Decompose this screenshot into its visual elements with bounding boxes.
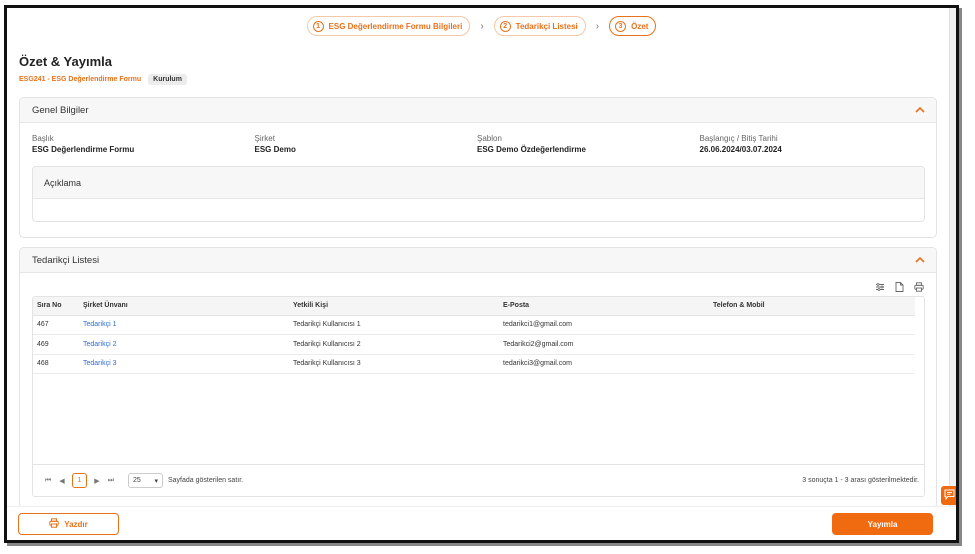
column-header[interactable]: Telefon & Mobil: [709, 297, 915, 316]
info-value: ESG Değerlendirme Formu: [32, 145, 135, 154]
cell-no: 469: [33, 334, 79, 355]
page-title: Özet & Yayımla: [19, 54, 112, 69]
info-value: ESG Demo: [254, 145, 296, 154]
current-page[interactable]: 1: [72, 473, 87, 488]
company-link[interactable]: Tedarikçi 3: [79, 354, 289, 374]
pagination: ⏮ ◀ 1 ▶ ⏭ 25 ▾ Sayfada gösterilen satır.…: [33, 464, 924, 496]
info-label: Şirket: [254, 134, 275, 143]
cell-email: Tedarikci2@gmail.com: [499, 334, 709, 355]
table-row: 469 Tedarikçi 2 Tedarikçi Kullanıcısı 2 …: [33, 334, 915, 355]
page-size-value: 25: [133, 477, 141, 484]
step-label: ESG Değerlendirme Formu Bilgileri: [328, 21, 463, 31]
table-toolbar: [875, 282, 924, 294]
sliders-icon[interactable]: [875, 282, 885, 294]
info-label: Başlık: [32, 134, 54, 143]
cell-phone: [709, 315, 915, 335]
info-label: Başlangıç / Bitiş Tarihi: [699, 134, 778, 143]
card-title: Genel Bilgiler: [32, 104, 89, 116]
print-label: Yazdır: [64, 519, 88, 529]
feedback-icon: [944, 487, 955, 505]
wizard-stepper: 1 ESG Değerlendirme Formu Bilgileri › 2 …: [7, 16, 956, 36]
supplier-list-header[interactable]: Tedarikçi Listesi: [20, 248, 936, 273]
step-label: Özet: [631, 21, 649, 31]
company-link[interactable]: Tedarikçi 2: [79, 334, 289, 355]
column-header[interactable]: Yetkili Kişi: [289, 297, 499, 316]
next-page-icon[interactable]: ▶: [90, 477, 104, 485]
step-supplier-list[interactable]: 2 Tedarikçi Listesi: [493, 16, 586, 36]
last-page-icon[interactable]: ⏭: [104, 477, 118, 485]
chevron-up-icon[interactable]: [915, 105, 925, 116]
publish-button[interactable]: Yayımla: [832, 513, 933, 535]
cell-no: 468: [33, 354, 79, 374]
vertical-scrollbar[interactable]: [949, 8, 956, 540]
print-button[interactable]: Yazdır: [18, 513, 119, 535]
status-badge: Kurulum: [148, 74, 187, 85]
prev-page-icon[interactable]: ◀: [55, 477, 69, 485]
column-header[interactable]: Sıra No: [33, 297, 79, 316]
app-window: 1 ESG Değerlendirme Formu Bilgileri › 2 …: [4, 5, 959, 543]
cell-contact: Tedarikçi Kullanıcısı 2: [289, 334, 499, 355]
page-size-select[interactable]: 25 ▾: [128, 473, 163, 488]
cell-contact: Tedarikçi Kullanıcısı 3: [289, 354, 499, 374]
chevron-right-icon: ›: [595, 20, 600, 32]
column-header[interactable]: E-Posta: [499, 297, 709, 316]
info-label: Şablon: [477, 134, 502, 143]
supplier-table: Sıra No Şirket Ünvanı Yetkili Kişi E-Pos…: [33, 297, 915, 374]
caret-down-icon: ▾: [154, 477, 158, 485]
footer-bar: Yazdır Yayımla: [7, 506, 956, 540]
form-code: ESG241 - ESG Değerlendirme Formu: [19, 76, 142, 83]
cell-contact: Tedarikçi Kullanıcısı 1: [289, 315, 499, 335]
step-number: 1: [312, 20, 324, 32]
description-title: Açıklama: [33, 167, 924, 199]
step-form-info[interactable]: 1 ESG Değerlendirme Formu Bilgileri: [306, 16, 471, 36]
info-dates: Başlangıç / Bitiş Tarihi 26.06.2024/03.0…: [700, 134, 923, 154]
chevron-right-icon: ›: [480, 20, 484, 32]
first-page-icon[interactable]: ⏮: [41, 477, 55, 485]
results-summary: 3 sonuçta 1 - 3 arası gösterilmektedir.: [802, 477, 919, 484]
info-title: Başlık ESG Değerlendirme Formu: [32, 134, 255, 154]
chevron-up-icon[interactable]: [915, 255, 925, 266]
feedback-button[interactable]: [941, 486, 956, 505]
form-meta: ESG241 - ESG Değerlendirme Formu Kurulum: [19, 74, 187, 85]
description-panel: Açıklama: [32, 166, 925, 222]
table-header-row: Sıra No Şirket Ünvanı Yetkili Kişi E-Pos…: [33, 297, 915, 316]
file-icon[interactable]: [895, 282, 904, 294]
step-label: Tedarikçi Listesi: [515, 21, 578, 31]
step-number: 3: [615, 20, 627, 32]
supplier-table-container: Sıra No Şirket Ünvanı Yetkili Kişi E-Pos…: [32, 296, 925, 497]
cell-phone: [709, 334, 915, 355]
info-value: 26.06.2024/03.07.2024: [699, 145, 782, 154]
cell-phone: [709, 354, 915, 374]
printer-icon: [49, 518, 59, 530]
column-header[interactable]: Şirket Ünvanı: [79, 297, 289, 316]
card-title: Tedarikçi Listesi: [32, 254, 100, 266]
info-value: ESG Demo Özdeğerlendirme: [477, 145, 586, 154]
supplier-list-card: Tedarikçi Listesi Sıra No Şirket Ünvanı …: [19, 247, 937, 509]
step-summary[interactable]: 3 Özet: [609, 16, 657, 36]
general-info-card: Genel Bilgiler Başlık ESG Değerlendirme …: [19, 97, 937, 238]
info-template: Şablon ESG Demo Özdeğerlendirme: [477, 134, 700, 154]
printer-icon[interactable]: [914, 282, 924, 294]
table-row: 468 Tedarikçi 3 Tedarikçi Kullanıcısı 3 …: [33, 354, 915, 374]
cell-email: tedarikci3@gmail.com: [499, 354, 709, 374]
info-grid: Başlık ESG Değerlendirme Formu Şirket ES…: [32, 134, 922, 154]
cell-no: 467: [33, 315, 79, 335]
general-info-header[interactable]: Genel Bilgiler: [20, 98, 936, 123]
page-size-label: Sayfada gösterilen satır.: [168, 477, 244, 484]
cell-email: tedarikci1@gmail.com: [499, 315, 709, 335]
table-row: 467 Tedarikçi 1 Tedarikçi Kullanıcısı 1 …: [33, 315, 915, 335]
company-link[interactable]: Tedarikçi 1: [79, 315, 289, 335]
step-number: 2: [499, 20, 511, 32]
info-company: Şirket ESG Demo: [255, 134, 478, 154]
